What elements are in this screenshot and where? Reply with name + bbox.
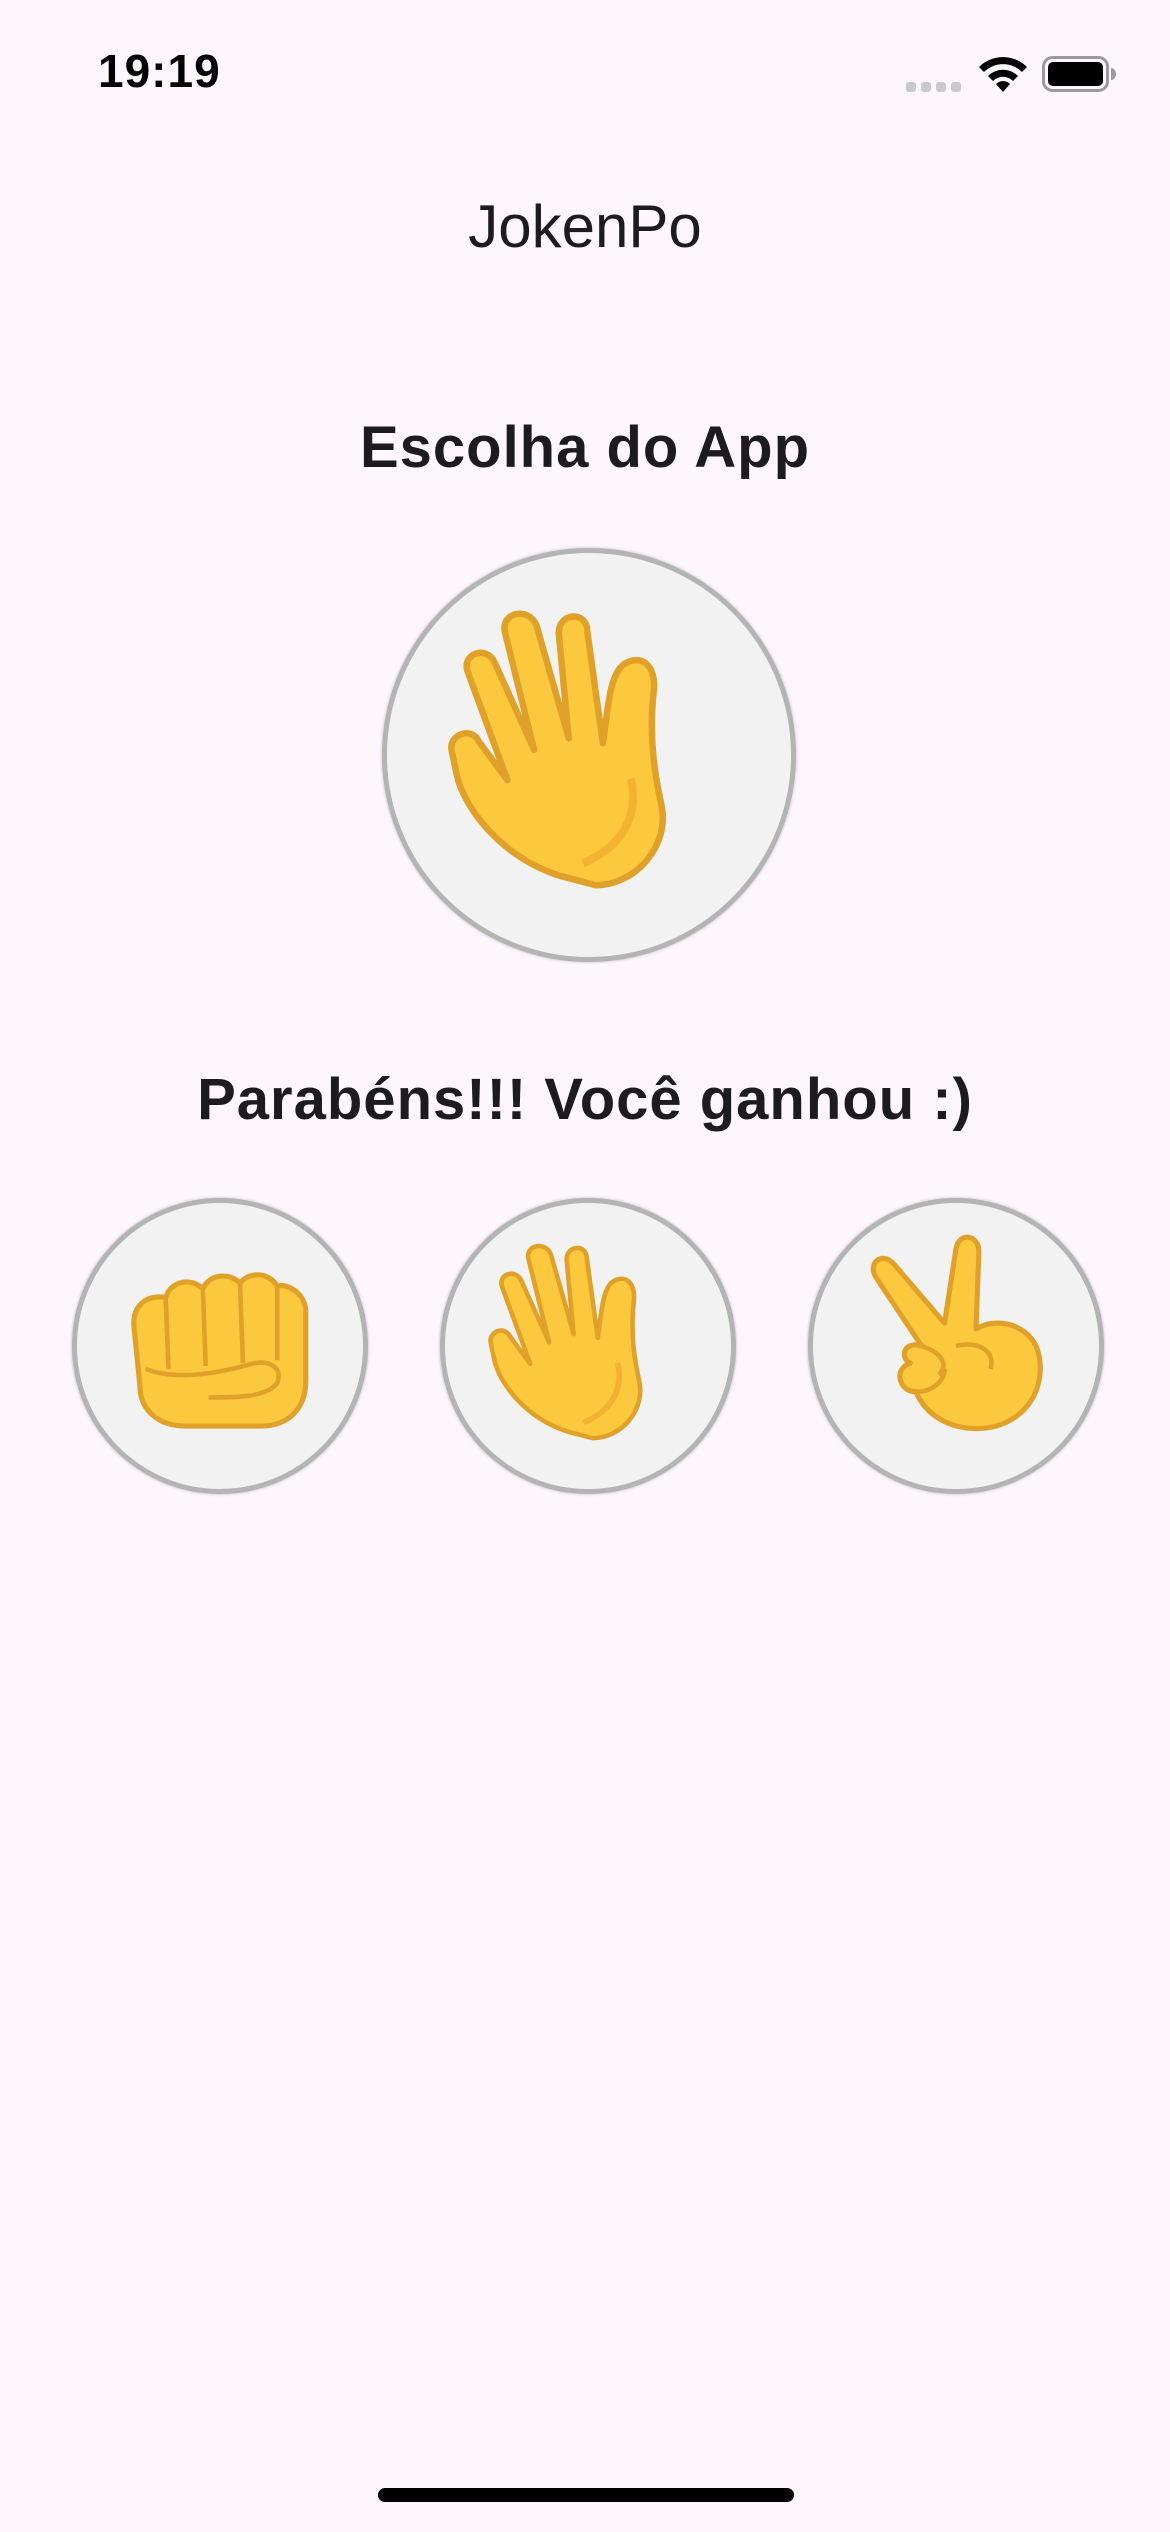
paper-option-button[interactable] [440, 1198, 736, 1494]
rock-option-button[interactable] [72, 1198, 368, 1494]
fist-icon [131, 1272, 309, 1429]
result-message: Parabéns!!! Você ganhou :) [197, 1067, 973, 1132]
cellular-signal-icon [906, 82, 962, 94]
raised-hand-icon [488, 1243, 643, 1441]
home-indicator[interactable] [378, 2488, 794, 2502]
app-choice-image [382, 548, 796, 962]
victory-hand-icon [870, 1234, 1043, 1432]
scissors-option-button[interactable] [808, 1198, 1104, 1494]
battery-icon [1042, 56, 1116, 92]
wifi-icon [979, 57, 1027, 92]
status-bar: 19:19 [0, 0, 1170, 140]
app-title: JokenPo [468, 193, 702, 260]
raised-hand-icon [448, 610, 666, 889]
status-time: 19:19 [98, 45, 221, 97]
app-choice-heading: Escolha do App [359, 415, 811, 480]
